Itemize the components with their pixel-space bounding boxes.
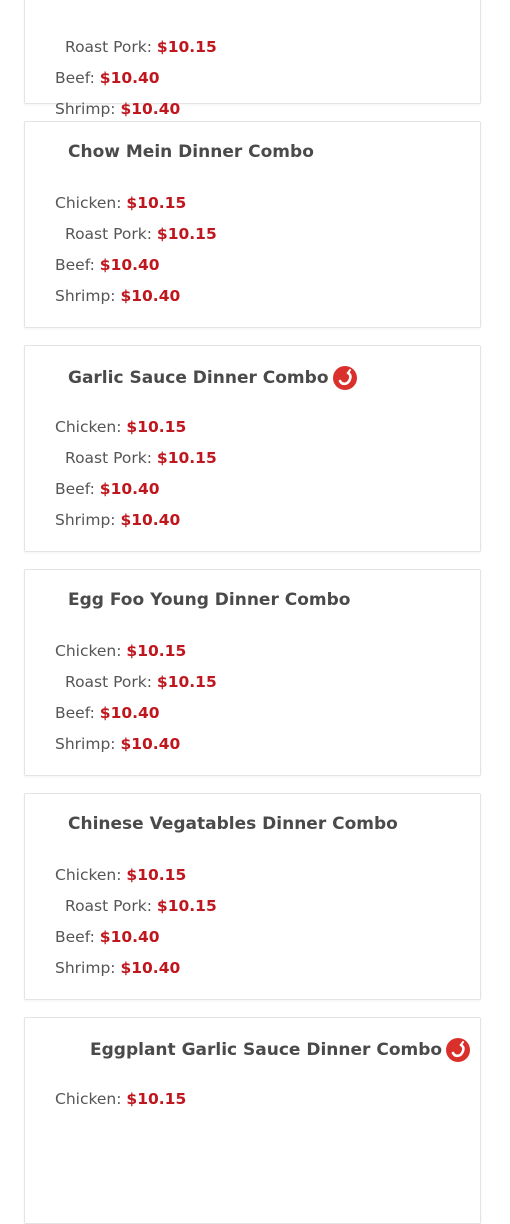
item-label: Chicken: [55,194,122,212]
item-label: Chicken: [55,418,122,436]
menu-item-row: Shrimp: $10.40 [55,100,180,118]
menu-item-row: Beef: $10.40 [55,69,160,87]
item-label: Chicken: [55,1090,122,1108]
item-price: $10.40 [99,928,160,946]
item-label: Beef: [55,704,95,722]
menu-card-title[interactable]: Eggplant Garlic Sauce Dinner Combo [90,1038,471,1062]
item-label: Roast Pork: [65,673,152,691]
item-label: Beef: [55,480,95,498]
item-price: $10.40 [120,287,181,305]
item-price: $10.15 [156,38,217,56]
menu-card[interactable]: Egg Foo Young Dinner Combo Chicken: $10.… [24,569,481,776]
item-label: Chicken: [55,642,122,660]
item-price: $10.15 [126,1090,187,1108]
menu-item-row: Chicken: $10.15 [55,642,186,660]
item-price: $10.15 [156,897,217,915]
item-label: Chicken: [55,866,122,884]
menu-card[interactable]: Chow Mein Dinner Combo Chicken: $10.15 R… [24,121,481,328]
item-price: $10.15 [156,673,217,691]
menu-item-row: Shrimp: $10.40 [55,735,180,753]
menu-item-row: Shrimp: $10.40 [55,511,180,529]
item-price: $10.15 [156,449,217,467]
menu-item-row: Shrimp: $10.40 [55,959,180,977]
menu-item-row: Chicken: $10.15 [55,418,186,436]
item-price: $10.15 [126,642,187,660]
chili-pepper-icon [332,366,357,390]
menu-item-row: Beef: $10.40 [55,256,160,274]
item-label: Roast Pork: [65,225,152,243]
menu-card[interactable]: Chinese Vegatables Dinner Combo Chicken:… [24,793,481,1000]
dish-name: Egg Foo Young Dinner Combo [68,590,351,610]
item-price: $10.40 [120,959,181,977]
dish-name: Eggplant Garlic Sauce Dinner Combo [90,1040,443,1060]
menu-item-row: Chicken: $10.15 [55,194,186,212]
menu-card-title[interactable]: Chow Mein Dinner Combo [68,142,314,162]
item-label: Shrimp: [55,511,116,529]
item-price: $10.15 [126,866,187,884]
menu-card[interactable]: Garlic Sauce Dinner Combo Chicken: $10.1… [24,345,481,552]
dish-name: Chinese Vegatables Dinner Combo [68,814,398,834]
item-label: Beef: [55,256,95,274]
item-label: Beef: [55,69,95,87]
dish-name: Chow Mein Dinner Combo [68,142,314,162]
item-price: $10.15 [126,194,187,212]
item-label: Roast Pork: [65,38,152,56]
menu-item-row: Beef: $10.40 [55,704,160,722]
item-label: Roast Pork: [65,449,152,467]
item-price: $10.40 [99,256,160,274]
menu-item-row: Roast Pork: $10.15 [65,673,217,691]
item-label: Shrimp: [55,100,116,118]
item-label: Shrimp: [55,735,116,753]
item-price: $10.15 [156,225,217,243]
menu-item-row: Roast Pork: $10.15 [65,897,217,915]
menu-item-row: Roast Pork: $10.15 [65,225,217,243]
item-price: $10.40 [120,511,181,529]
menu-card-title[interactable]: Garlic Sauce Dinner Combo [68,366,357,390]
item-price: $10.40 [99,480,160,498]
item-label: Shrimp: [55,287,116,305]
menu-item-row: Chicken: $10.15 [55,1090,186,1108]
item-price: $10.40 [120,735,181,753]
menu-item-row: Roast Pork: $10.15 [65,38,217,56]
menu-card[interactable]: Eggplant Garlic Sauce Dinner Combo Chick… [24,1017,481,1224]
menu-item-row: Beef: $10.40 [55,480,160,498]
menu-item-row: Chicken: $10.15 [55,866,186,884]
menu-item-row: Shrimp: $10.40 [55,287,180,305]
dish-name: Garlic Sauce Dinner Combo [68,368,329,388]
menu-card-title[interactable]: Chinese Vegatables Dinner Combo [68,814,398,834]
item-label: Shrimp: [55,959,116,977]
menu-card: Roast Pork: $10.15 Beef: $10.40 Shrimp: … [24,0,481,118]
menu-card-title[interactable]: Egg Foo Young Dinner Combo [68,590,350,610]
chili-pepper-icon [446,1038,471,1062]
item-price: $10.40 [99,69,160,87]
menu-item-row: Roast Pork: $10.15 [65,449,217,467]
item-price: $10.40 [120,100,181,118]
menu-item-row: Beef: $10.40 [55,928,160,946]
item-label: Roast Pork: [65,897,152,915]
item-label: Beef: [55,928,95,946]
item-price: $10.15 [126,418,187,436]
item-price: $10.40 [99,704,160,722]
